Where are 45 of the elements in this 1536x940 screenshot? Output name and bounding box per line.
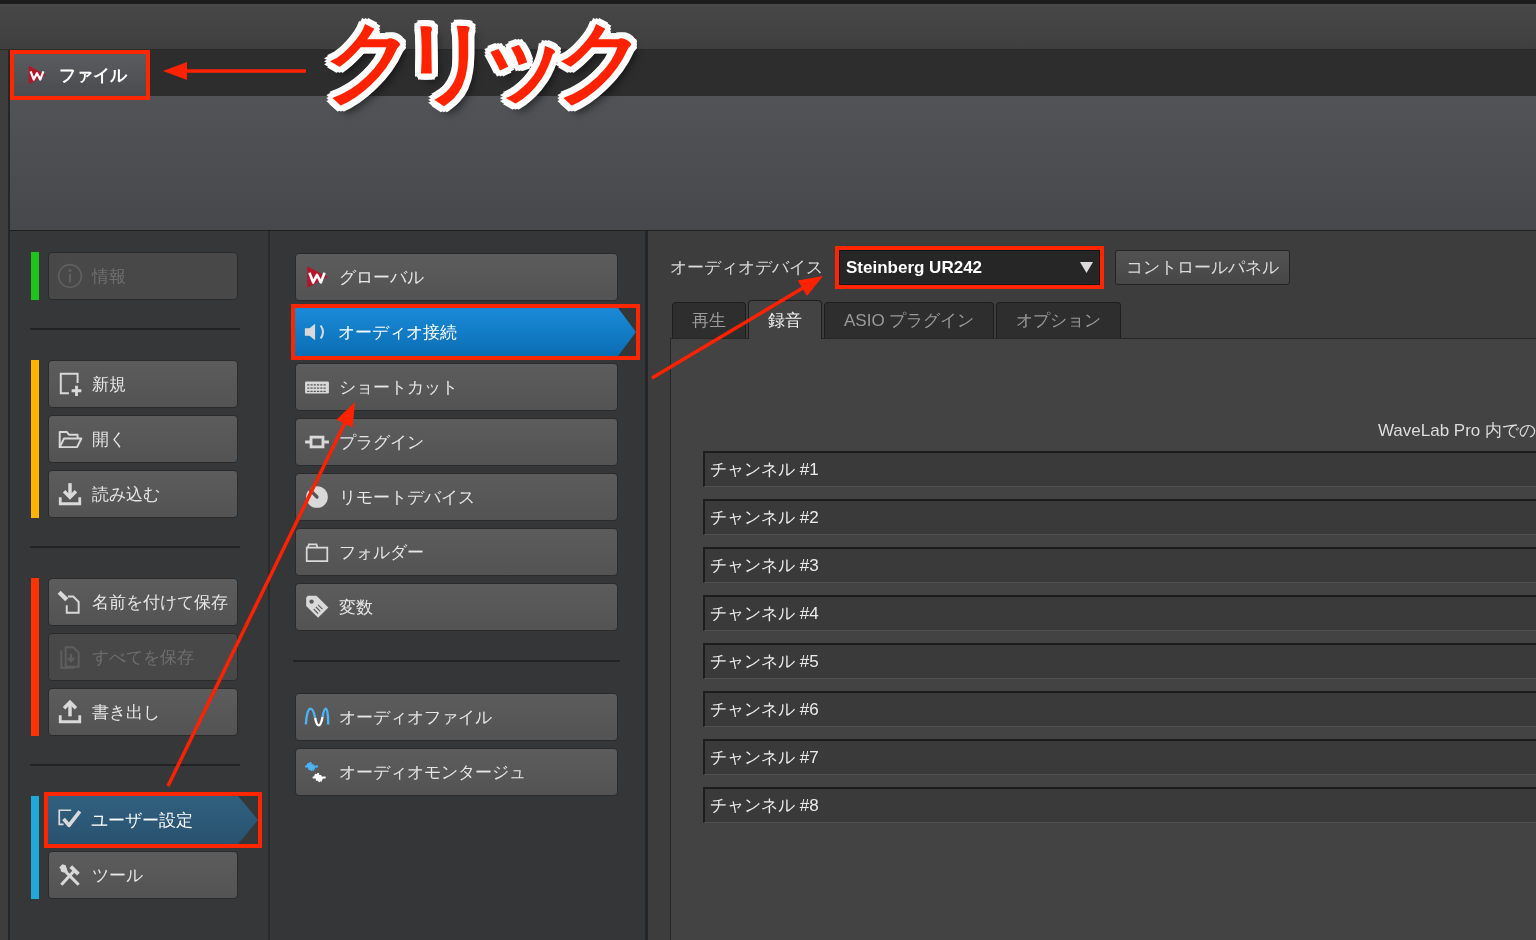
category-item[interactable]: プラグイン bbox=[295, 418, 618, 466]
sidebar-item[interactable]: ユーザー設定 bbox=[48, 796, 258, 844]
tag-icon bbox=[304, 594, 330, 620]
file-menu-button[interactable]: ファイル bbox=[14, 54, 146, 96]
upload-icon bbox=[57, 699, 83, 725]
sidebar-item[interactable]: 読み込む bbox=[48, 470, 238, 518]
channel-row: チャンネル #5 bbox=[703, 643, 1536, 679]
device-dropdown[interactable]: Steinberg UR242 bbox=[839, 250, 1100, 285]
channel-row: チャンネル #7 bbox=[703, 739, 1536, 775]
channel-row: チャンネル #1 bbox=[703, 451, 1536, 487]
channel-row: チャンネル #3 bbox=[703, 547, 1536, 583]
tab[interactable]: ASIO プラグイン bbox=[824, 302, 995, 338]
sidebar-item[interactable]: ツール bbox=[48, 851, 238, 899]
category-item[interactable]: リモートデバイス bbox=[295, 473, 618, 521]
category-item[interactable]: オーディオファイル bbox=[295, 693, 618, 741]
sidebar-item[interactable]: 新規 bbox=[48, 360, 238, 408]
new-document-icon bbox=[57, 371, 83, 397]
info-icon bbox=[57, 263, 83, 289]
knob-icon bbox=[304, 484, 330, 510]
download-icon bbox=[57, 481, 83, 507]
caption-text: WaveLab Pro 内での bbox=[1377, 420, 1536, 442]
channel-row: チャンネル #4 bbox=[703, 595, 1536, 631]
sidebar-item[interactable]: 開く bbox=[48, 415, 238, 463]
category-item[interactable]: オーディオ接続 bbox=[295, 308, 636, 356]
channel-row: チャンネル #6 bbox=[703, 691, 1536, 727]
sidebar-item[interactable]: 書き出し bbox=[48, 688, 238, 736]
control-panel-button[interactable]: コントロールパネル bbox=[1115, 250, 1290, 285]
channel-row: チャンネル #2 bbox=[703, 499, 1536, 535]
annotation-text: クリック bbox=[323, 10, 633, 113]
tab[interactable]: 録音 bbox=[748, 300, 822, 339]
category-item[interactable]: 変数 bbox=[295, 583, 618, 631]
tools-icon bbox=[57, 862, 83, 888]
category-item[interactable]: オーディオモンタージュ bbox=[295, 748, 618, 796]
document-pen-icon bbox=[57, 589, 83, 615]
channel-row: チャンネル #8 bbox=[703, 787, 1536, 823]
tab[interactable]: 再生 bbox=[672, 302, 746, 338]
audio-device-label: オーディオデバイス bbox=[670, 257, 823, 279]
logo-icon bbox=[304, 264, 330, 290]
caret-icon bbox=[1080, 262, 1093, 273]
sidebar-item[interactable]: 名前を付けて保存 bbox=[48, 578, 238, 626]
category-item[interactable]: グローバル bbox=[295, 253, 618, 301]
category-item[interactable]: フォルダー bbox=[295, 528, 618, 576]
category-item[interactable]: ショートカット bbox=[295, 363, 618, 411]
logo-icon bbox=[26, 64, 48, 86]
tab[interactable]: オプション bbox=[996, 302, 1122, 338]
